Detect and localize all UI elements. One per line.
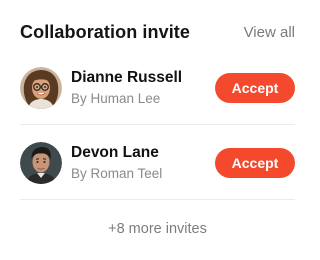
man-with-dark-hair-avatar xyxy=(20,142,62,184)
avatar-dianne-russell xyxy=(20,67,62,109)
invite-person: Devon Lane By Roman Teel xyxy=(71,143,215,183)
invite-person: Dianne Russell By Human Lee xyxy=(71,68,215,108)
row-divider xyxy=(20,199,295,200)
invitee-name: Devon Lane xyxy=(71,144,159,161)
card-title: Collaboration invite xyxy=(20,21,191,42)
invite-row: Dianne Russell By Human Lee Accept xyxy=(20,51,295,125)
invited-by-text: By Human Lee xyxy=(71,91,161,106)
row-divider xyxy=(20,124,295,125)
woman-with-glasses-avatar xyxy=(20,67,62,109)
collaboration-invite-card: Collaboration invite View all Dianne Rus… xyxy=(0,0,315,260)
invited-by-text: By Roman Teel xyxy=(71,166,163,181)
invitee-name: Dianne Russell xyxy=(71,69,183,86)
accept-button[interactable]: Accept xyxy=(215,73,295,103)
card-header: Collaboration invite View all xyxy=(20,19,295,45)
accept-button[interactable]: Accept xyxy=(215,148,295,178)
avatar-devon-lane xyxy=(20,142,62,184)
invite-row: Devon Lane By Roman Teel Accept xyxy=(20,126,295,200)
view-all-link[interactable]: View all xyxy=(244,24,295,41)
more-invites-link[interactable]: +8 more invites xyxy=(0,221,315,237)
